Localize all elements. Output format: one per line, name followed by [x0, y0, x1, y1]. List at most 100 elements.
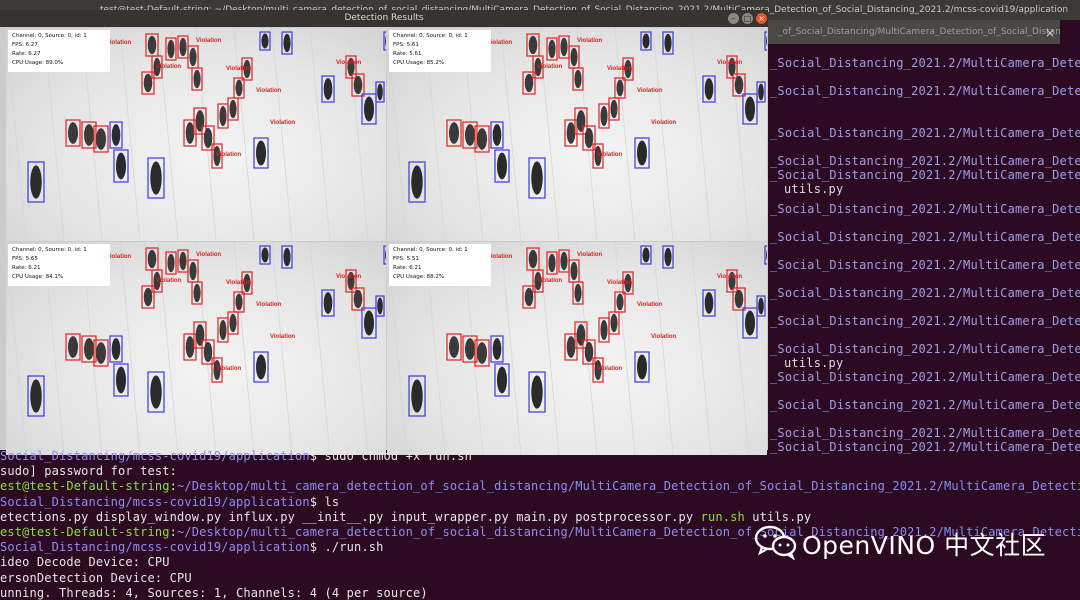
person-box [321, 289, 335, 317]
violation-label: Violation [226, 280, 252, 286]
person-box [662, 31, 674, 55]
person-box [528, 157, 546, 199]
person-box [756, 295, 766, 317]
violation-label: Violation [651, 120, 677, 126]
violation-person-box [568, 45, 580, 69]
terminal-line: _Social_Distancing_2021.2/MultiCamera_De… [770, 286, 1080, 300]
violation-person-box [65, 333, 81, 361]
stats-line: FPS: 6.27 [12, 42, 38, 48]
violation-label: Violation [256, 88, 282, 94]
close-icon[interactable]: × [1044, 27, 1056, 39]
person-box [259, 31, 271, 51]
person-box [113, 363, 129, 397]
stats-line: FPS: 5.51 [393, 256, 419, 262]
violation-person-box [568, 259, 580, 283]
terminal-text: : [169, 525, 177, 539]
person-box [764, 31, 767, 51]
terminal-line: sudo] password for test: [0, 464, 177, 478]
terminal-line: _Social_Distancing_2021.2/MultiCamera_De… [770, 258, 1080, 272]
violation-person-box [227, 311, 239, 335]
person-box [375, 81, 385, 103]
stats-box: Channel: 0, Source: 0, id: 1 FPS: 6.27 Rat… [8, 30, 110, 72]
person-box [27, 375, 45, 417]
person-box [383, 245, 386, 265]
violation-person-box [614, 291, 626, 313]
person-box [408, 375, 426, 417]
detection-results-window: Detection Results – □ × Violation Violati… [0, 10, 768, 455]
violation-person-box [145, 33, 159, 57]
violation-label: Violation [336, 60, 362, 66]
violation-person-box [233, 77, 245, 99]
watermark-text: OpenVINO 中文社区 [802, 531, 1047, 560]
minimize-button[interactable]: – [728, 13, 739, 24]
stats-line: FPS: 5.61 [393, 42, 419, 48]
stats-line: CPU Usage: 88.2% [393, 274, 445, 280]
violation-person-box [165, 251, 177, 275]
stats-line: CPU Usage: 85.2% [393, 60, 445, 66]
person-box [147, 371, 165, 413]
person-box [281, 245, 293, 269]
person-box [361, 307, 377, 339]
terminal-line: ideo Decode Device: CPU [0, 555, 170, 569]
violation-label: Violation [597, 366, 623, 372]
terminal-line: unning. Threads: 4, Sources: 1, Channels… [0, 586, 428, 600]
violation-person-box [446, 119, 462, 147]
violation-label: Violation [156, 64, 182, 70]
person-box [259, 245, 271, 265]
person-box [756, 81, 766, 103]
terminal-line: _Social_Distancing_2021.2/MultiCamera_De… [770, 168, 1080, 182]
video-grid: Violation Violation Violation Violation Viol… [6, 28, 768, 458]
person-box [383, 31, 386, 51]
violation-label: Violation [717, 60, 743, 66]
terminal-line: etections.py display_window.py influx.py… [0, 510, 811, 524]
maximize-button[interactable]: □ [742, 13, 753, 24]
terminal-line: utils.py [784, 356, 844, 370]
person-box [640, 31, 652, 51]
terminal-line: _Social_Distancing_2021.2/MultiCamera_De… [770, 230, 1080, 244]
violation-label: Violation [226, 66, 252, 72]
violation-label: Violation [577, 38, 603, 44]
person-box [375, 295, 385, 317]
terminal-text: unning. Threads: 4, Sources: 1, Channels… [0, 585, 428, 600]
violation-label: Violation [270, 120, 296, 126]
stats-line: Channel: 0, Source: 0, id: 1 [393, 247, 468, 253]
violation-person-box [598, 103, 610, 129]
terminal-text: $ sudo chmod +x run.sh [309, 449, 472, 463]
violation-person-box [558, 249, 570, 273]
terminal-text: : [169, 479, 177, 494]
terminal-tab[interactable]: _of_Social_Distancing/MultiCamera_Detect… [768, 20, 1060, 44]
terminal-line: _Social_Distancing_2021.2/MultiCamera_De… [770, 202, 1080, 216]
violation-label: Violation [577, 252, 603, 258]
camera-panel: Violation Violation Violation Violation Viol… [387, 28, 767, 241]
violation-label: Violation [597, 152, 623, 158]
violation-person-box [65, 119, 81, 147]
violation-label: Violation [336, 274, 362, 280]
violation-person-box [191, 281, 203, 305]
person-box [702, 75, 716, 103]
terminal-line: _Social_Distancing_2021.2/MultiCamera_De… [770, 440, 1080, 454]
person-box [742, 93, 758, 125]
person-box [640, 245, 652, 265]
violation-label: Violation [607, 66, 633, 72]
stats-line: Rate: 6.21 [393, 265, 422, 271]
stats-box: Channel: 0, Source: 0, id: 1 FPS: 5.65 Rat… [8, 244, 110, 286]
stats-line: FPS: 5.65 [12, 256, 38, 262]
violation-person-box [187, 259, 199, 283]
violation-person-box [546, 251, 558, 275]
terminal-text: etections.py display_window.py influx.py… [0, 509, 701, 524]
person-box [27, 161, 45, 203]
camera-panel: Violation Violation Violation Violation Viol… [6, 28, 386, 241]
person-box [742, 307, 758, 339]
close-button[interactable]: × [756, 13, 767, 24]
violation-person-box [526, 247, 540, 271]
violation-label: Violation [270, 334, 296, 340]
terminal-text: ~/Desktop/multi_camera_detection_of_soci… [177, 479, 1080, 494]
person-box [490, 335, 504, 363]
violation-label: Violation [156, 278, 182, 284]
person-box [253, 351, 269, 383]
terminal-text: $ ls [309, 494, 340, 509]
stats-line: Channel: 0, Source: 0, id: 1 [393, 33, 468, 39]
terminal-line: _Social_Distancing_2021.2/MultiCamera_De… [770, 56, 1080, 70]
violation-label: Violation [607, 280, 633, 286]
terminal-line: _Social_Distancing_2021.2/MultiCamera_De… [770, 398, 1080, 412]
